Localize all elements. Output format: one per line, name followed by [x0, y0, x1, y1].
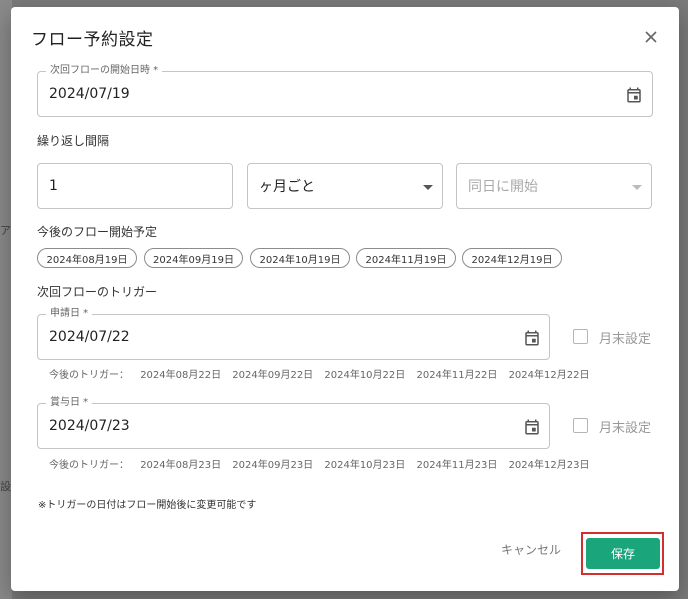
trigger-date: 2024年11月23日 — [416, 460, 498, 471]
interval-number-input[interactable]: 1 — [37, 163, 233, 209]
upcoming-date-chip: 2024年10月19日 — [250, 248, 350, 268]
next-start-datetime-field[interactable]: 次回フローの開始日時 * 2024/07/19 — [37, 64, 653, 117]
trigger-date: 2024年10月22日 — [324, 370, 406, 381]
calendar-icon[interactable] — [523, 418, 541, 436]
bonus-month-end-checkbox[interactable] — [573, 418, 588, 433]
trigger-date: 2024年12月22日 — [508, 370, 590, 381]
repeat-interval-label: 繰り返し間隔 — [37, 134, 110, 148]
interval-unit-value: ヶ月ごと — [259, 179, 315, 195]
cancel-button[interactable]: キャンセル — [492, 535, 570, 563]
triggers-label: 次回フローのトリガー — [37, 285, 158, 299]
calendar-icon[interactable] — [523, 329, 541, 347]
trigger-date: 2024年09月22日 — [232, 370, 314, 381]
background-text: ア — [0, 224, 11, 237]
trigger-note: ※トリガーの日付はフロー開始後に変更可能です — [38, 500, 257, 511]
trigger-date: 2024年11月22日 — [416, 370, 498, 381]
upcoming-date-chip: 2024年09月19日 — [144, 248, 243, 268]
trigger-prefix: 今後のトリガー： — [49, 460, 129, 471]
close-icon[interactable] — [641, 27, 661, 47]
trigger-date: 2024年10月23日 — [324, 460, 406, 471]
flow-schedule-dialog: フロー予約設定 次回フローの開始日時 * 2024/07/19 繰り返し間隔 1… — [11, 7, 679, 591]
trigger-date: 2024年08月23日 — [140, 460, 222, 471]
chevron-down-icon — [423, 185, 433, 190]
trigger-date: 2024年09月23日 — [232, 460, 314, 471]
dialog-title: フロー予約設定 — [31, 30, 154, 50]
upcoming-date-chip: 2024年11月19日 — [356, 248, 456, 268]
bonus-date-value: 2024/07/23 — [49, 418, 130, 434]
upcoming-date-chip: 2024年12月19日 — [462, 248, 562, 268]
trigger-date: 2024年08月22日 — [140, 370, 222, 381]
trigger-prefix: 今後のトリガー： — [49, 370, 129, 381]
next-start-value: 2024/07/19 — [49, 86, 130, 102]
bonus-upcoming-triggers: 今後のトリガー： 2024年08月23日 2024年09月23日 2024年10… — [49, 456, 597, 471]
trigger-date: 2024年12月23日 — [508, 460, 590, 471]
start-day-placeholder: 同日に開始 — [468, 179, 538, 195]
application-date-field[interactable]: 申請日 * 2024/07/22 — [37, 307, 550, 360]
application-date-value: 2024/07/22 — [49, 329, 130, 345]
save-button[interactable]: 保存 — [586, 538, 660, 569]
interval-number-value: 1 — [49, 178, 58, 194]
application-month-end-checkbox[interactable] — [573, 329, 588, 344]
bonus-month-end-label: 月末設定 — [599, 421, 652, 436]
start-day-select[interactable]: 同日に開始 — [456, 163, 652, 209]
chevron-down-icon — [632, 185, 642, 190]
application-upcoming-triggers: 今後のトリガー： 2024年08月22日 2024年09月22日 2024年10… — [49, 366, 597, 381]
bonus-date-field[interactable]: 賞与日 * 2024/07/23 — [37, 396, 550, 449]
upcoming-starts-label: 今後のフロー開始予定 — [37, 225, 158, 239]
calendar-icon[interactable] — [625, 86, 643, 104]
interval-unit-select[interactable]: ヶ月ごと — [247, 163, 443, 209]
upcoming-date-chip: 2024年08月19日 — [37, 248, 137, 268]
application-month-end-label: 月末設定 — [599, 332, 652, 347]
background-text: 設 — [0, 480, 11, 493]
